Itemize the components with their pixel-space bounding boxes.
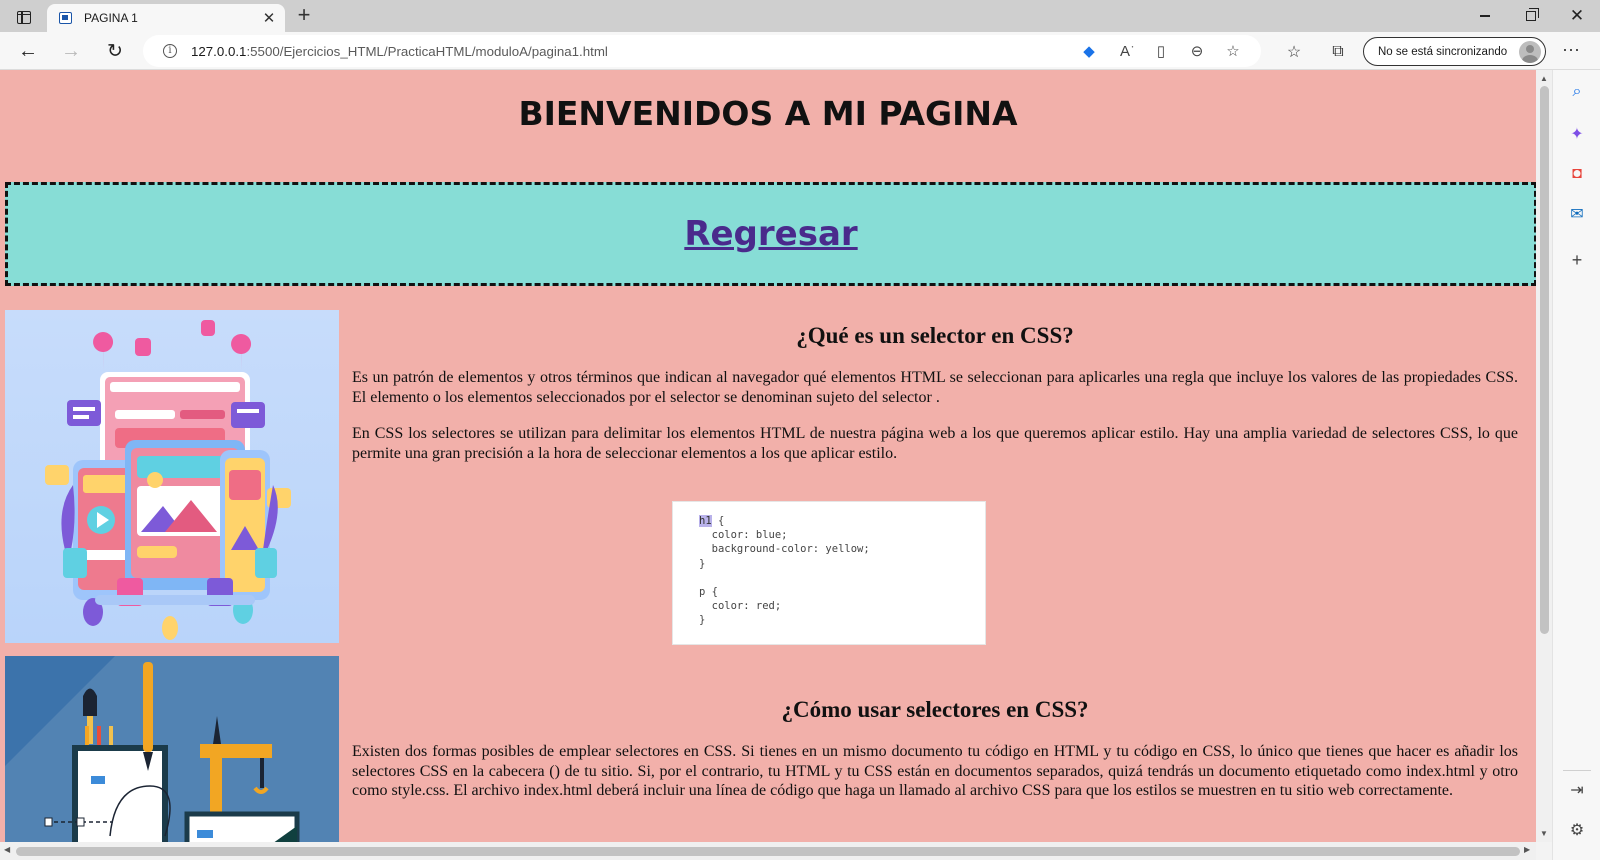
- design-tools-illustration: [5, 656, 339, 842]
- code-line: background-color: yellow;: [699, 543, 870, 556]
- browser-tab[interactable]: PAGINA 1 ✕: [47, 4, 285, 32]
- office-icon[interactable]: ◘: [1565, 162, 1589, 186]
- section-heading: ¿Cómo usar selectores en CSS?: [781, 697, 1089, 722]
- section-paragraph: En CSS los selectores se utilizan para d…: [352, 425, 1518, 462]
- sync-profile-button[interactable]: No se está sincronizando: [1363, 37, 1546, 66]
- page-favicon-icon: [59, 12, 72, 24]
- vertical-scroll-thumb[interactable]: [1540, 86, 1549, 634]
- code-line: color: blue;: [699, 529, 788, 542]
- forward-button[interactable]: →: [57, 37, 85, 65]
- scroll-up-icon[interactable]: ▲: [1539, 74, 1549, 83]
- tab-strip: PAGINA 1 ✕ + ✕: [0, 0, 1600, 32]
- collections-icon[interactable]: ⧉: [1324, 39, 1352, 65]
- copilot-icon[interactable]: ✦: [1565, 122, 1589, 146]
- edge-sidebar: ⌕ ✦ ◘ ✉ + ⇥ ⚙: [1552, 70, 1600, 860]
- code-selector-highlight: h1: [699, 515, 712, 527]
- hide-sidebar-icon[interactable]: ⇥: [1565, 778, 1589, 802]
- address-bar-actions: ◆ A͘ ▯ ⊖ ☆: [1071, 37, 1251, 65]
- shopping-tag-icon[interactable]: ◆: [1071, 37, 1107, 65]
- scroll-down-icon[interactable]: ▼: [1539, 829, 1549, 838]
- code-line: color: red;: [699, 600, 782, 613]
- favorites-icon[interactable]: ☆: [1280, 39, 1308, 65]
- settings-gear-icon[interactable]: ⚙: [1565, 818, 1589, 842]
- address-bar[interactable]: i 127.0.0.1:5500/Ejercicios_HTML/Practic…: [143, 35, 1261, 67]
- more-menu-button[interactable]: ···: [1558, 40, 1584, 62]
- read-aloud-icon[interactable]: A͘: [1107, 37, 1143, 65]
- code-line: {: [711, 515, 725, 527]
- restore-button[interactable]: [1508, 0, 1554, 32]
- back-arrow-icon: ←: [18, 39, 38, 62]
- profile-avatar: [1519, 40, 1541, 63]
- outlook-icon[interactable]: ✉: [1565, 202, 1589, 226]
- url-text[interactable]: 127.0.0.1:5500/Ejercicios_HTML/PracticaH…: [191, 44, 1071, 59]
- new-tab-button[interactable]: +: [292, 4, 316, 27]
- page-viewport: BIENVENIDOS A MI PAGINA Regresar ¿Qué es…: [0, 70, 1536, 842]
- section-heading: ¿Qué es un selector en CSS?: [796, 323, 1074, 348]
- close-tab-button[interactable]: ✕: [259, 8, 279, 28]
- code-line: p {: [699, 586, 718, 599]
- section-paragraph: Es un patrón de elementos y otros términ…: [352, 369, 1518, 406]
- sidebar-divider: [1563, 770, 1591, 771]
- vertical-scrollbar[interactable]: ▲ ▼: [1536, 70, 1552, 842]
- immersive-reader-icon[interactable]: ▯: [1143, 37, 1179, 65]
- add-sidebar-app-icon[interactable]: +: [1565, 248, 1589, 272]
- horizontal-scroll-thumb[interactable]: [16, 847, 1520, 856]
- scroll-left-icon[interactable]: ◀: [4, 845, 10, 854]
- sync-status-label: No se está sincronizando: [1378, 45, 1508, 58]
- close-window-icon: ✕: [1569, 6, 1585, 25]
- code-line: }: [699, 557, 706, 570]
- site-info-icon[interactable]: i: [163, 44, 177, 58]
- minimize-button[interactable]: [1462, 0, 1508, 32]
- reload-button[interactable]: ↻: [101, 37, 129, 65]
- forward-arrow-icon: →: [61, 39, 81, 62]
- tab-actions-icon: [17, 10, 31, 24]
- add-favorite-icon[interactable]: ☆: [1215, 37, 1251, 65]
- minimize-icon: [1480, 15, 1490, 17]
- css-code-example: h1 { color: blue; background-color: yell…: [672, 501, 986, 645]
- ui-design-illustration: [5, 310, 339, 643]
- url-path: :5500/Ejercicios_HTML/PracticaHTML/modul…: [246, 43, 608, 59]
- zoom-out-icon[interactable]: ⊖: [1179, 37, 1215, 65]
- close-window-button[interactable]: ✕: [1554, 0, 1600, 32]
- search-icon[interactable]: ⌕: [1565, 80, 1589, 104]
- page-title: BIENVENIDOS A MI PAGINA: [518, 94, 1018, 133]
- browser-toolbar: ← → ↻ i 127.0.0.1:5500/Ejercicios_HTML/P…: [0, 32, 1600, 70]
- url-host: 127.0.0.1: [191, 43, 247, 59]
- tab-title: PAGINA 1: [84, 11, 138, 25]
- code-line: }: [699, 614, 706, 627]
- restore-icon: [1526, 8, 1539, 21]
- back-button[interactable]: ←: [14, 37, 42, 65]
- tab-actions-button[interactable]: [10, 6, 38, 28]
- regresar-link[interactable]: Regresar: [684, 214, 857, 254]
- more-icon: ···: [1562, 39, 1580, 59]
- horizontal-scrollbar[interactable]: ◀ ▶: [0, 842, 1536, 860]
- reload-icon: ↻: [107, 40, 123, 62]
- scroll-right-icon[interactable]: ▶: [1524, 845, 1530, 854]
- section-paragraph: Existen dos formas posibles de emplear s…: [352, 743, 1518, 799]
- nav-box: Regresar: [5, 182, 1536, 286]
